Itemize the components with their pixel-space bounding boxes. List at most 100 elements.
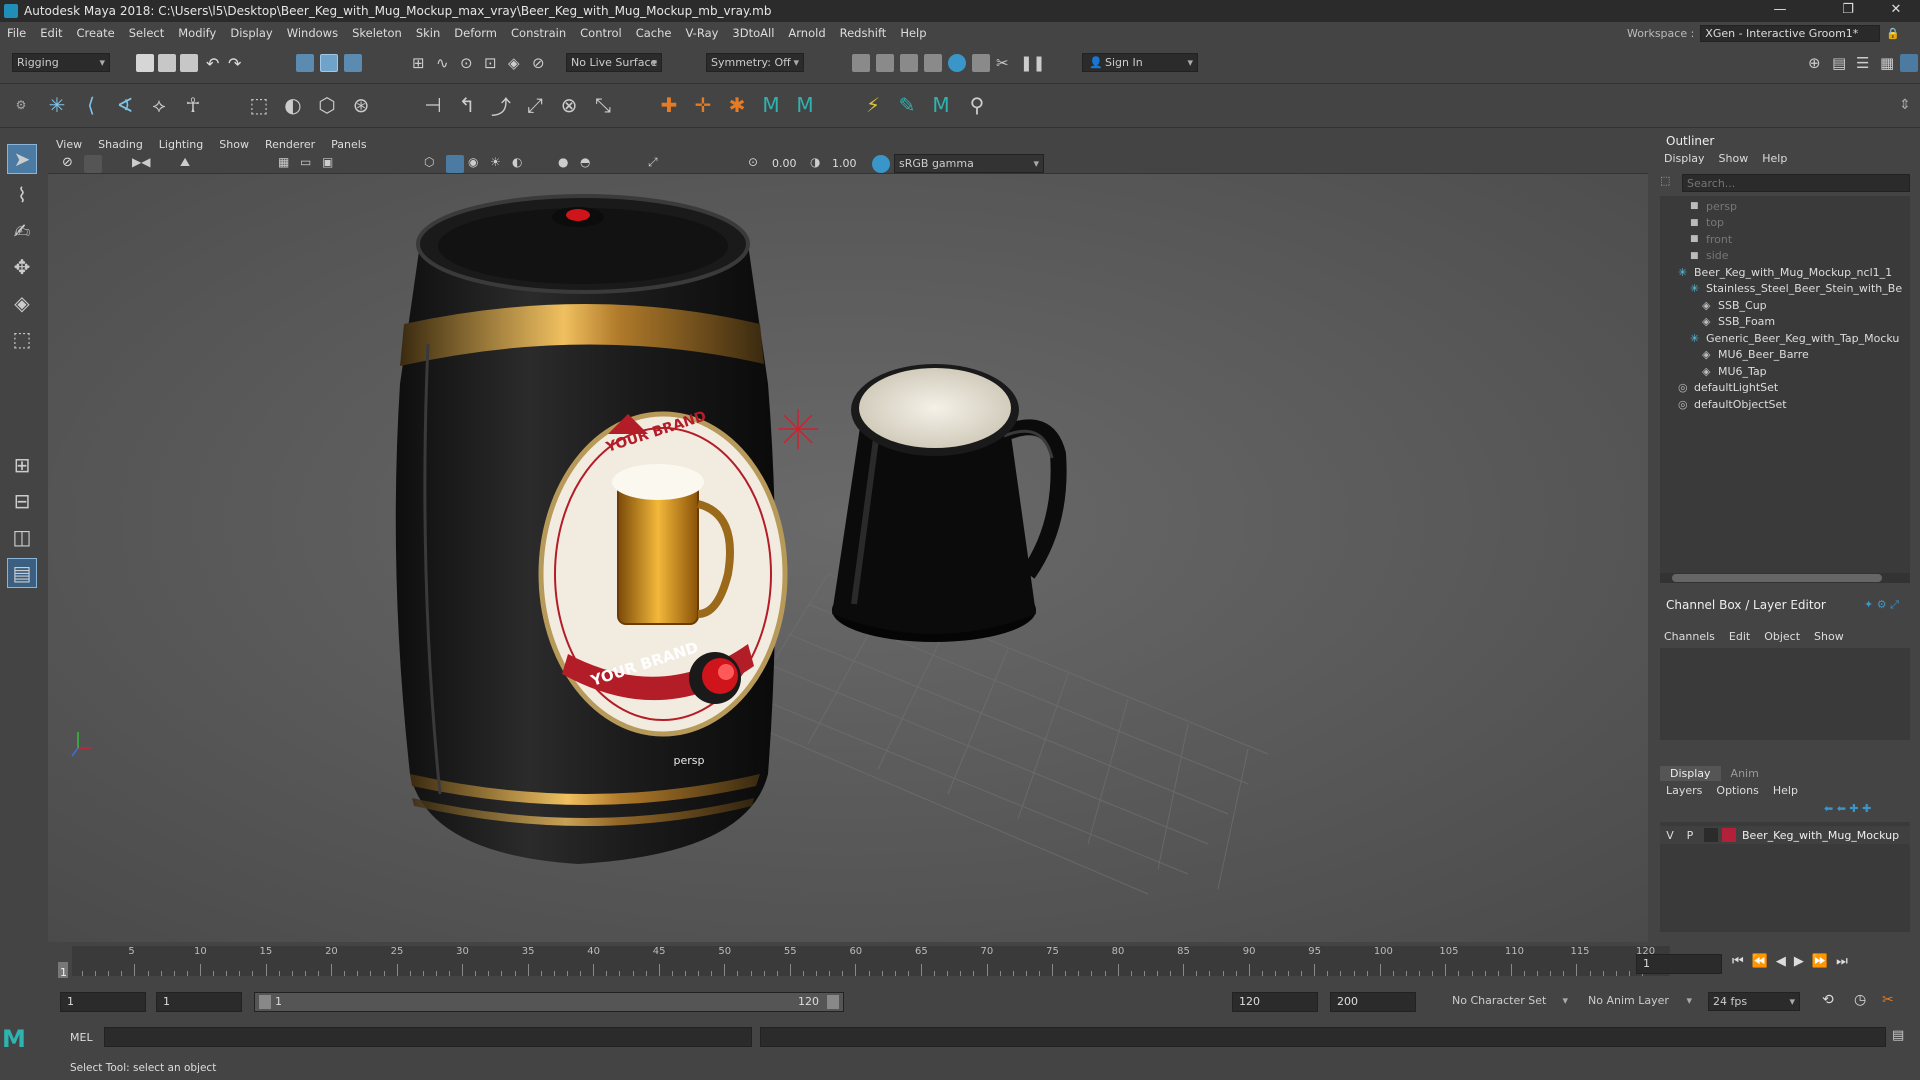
menu-arnold[interactable]: Arnold	[781, 26, 832, 40]
shadows-icon[interactable]: ◐	[512, 155, 530, 173]
grid-icon[interactable]: ▦	[278, 155, 296, 173]
shelf-options-icon[interactable]: ⚙	[8, 92, 34, 118]
workspace-dropdown[interactable]: XGen - Interactive Groom1*	[1700, 25, 1881, 42]
beer-keg-model[interactable]: YOUR BRAND YOUR BRAND	[395, 194, 788, 864]
textured-icon[interactable]: ◉	[468, 155, 486, 173]
select-tool-icon[interactable]: ➤	[7, 144, 37, 174]
outliner-item[interactable]: ◎ defaultObjectSet	[1678, 396, 1787, 412]
channel-icons[interactable]: ✦ ⚙ ⤢	[1864, 598, 1899, 612]
outliner-menu-show[interactable]: Show	[1719, 152, 1749, 165]
layer-type-toggle[interactable]	[1704, 828, 1718, 842]
mash-network-icon[interactable]: M	[792, 92, 818, 118]
bind-skin-icon[interactable]: ⬚	[246, 92, 272, 118]
auto-key-icon[interactable]: ◷	[1854, 992, 1866, 1008]
menu-redshift[interactable]: Redshift	[833, 26, 894, 40]
outliner-item[interactable]: ■ persp	[1690, 198, 1737, 214]
isolate-select-icon[interactable]: ◓	[580, 155, 598, 173]
filter-icon[interactable]: ⬚	[1660, 174, 1678, 192]
outliner-item[interactable]: ■ front	[1690, 231, 1732, 247]
lights-icon[interactable]: ☀	[490, 155, 508, 173]
snap-live-icon[interactable]: ⊘	[532, 54, 550, 72]
mash-icon[interactable]: M	[758, 92, 784, 118]
menu-create[interactable]: Create	[70, 26, 122, 40]
viewport-menu-shading[interactable]: Shading	[90, 138, 151, 151]
channel-box-icon[interactable]: ▦	[1880, 54, 1898, 72]
snap-point-icon[interactable]: ⊙	[460, 54, 478, 72]
symmetry-dropdown[interactable]: Symmetry: Off	[706, 53, 804, 72]
viewport-menu-show[interactable]: Show	[211, 138, 257, 151]
move-tool-icon[interactable]: ✥	[7, 252, 37, 282]
save-scene-icon[interactable]	[180, 54, 198, 72]
menu-control[interactable]: Control	[573, 26, 629, 40]
viewport-menu-view[interactable]: View	[48, 138, 90, 151]
outliner-item[interactable]: ◈ MU6_Tap	[1702, 363, 1767, 379]
gamma-value[interactable]: 1.00	[832, 157, 857, 170]
resolution-gate-icon[interactable]: ▣	[322, 155, 340, 173]
outliner-item[interactable]: ✳ Generic_Beer_Keg_with_Tap_Mocku	[1690, 330, 1899, 346]
menu-cache[interactable]: Cache	[629, 26, 679, 40]
outliner-item[interactable]: ◈ SSB_Cup	[1702, 297, 1767, 313]
create-joints-icon[interactable]: ✳	[44, 92, 70, 118]
sculpt-icon[interactable]: ✎	[894, 92, 920, 118]
render-view-icon[interactable]	[852, 54, 870, 72]
tab-anim[interactable]: Anim	[1721, 766, 1769, 781]
new-scene-icon[interactable]	[136, 54, 154, 72]
paint-select-icon[interactable]: ✍	[7, 216, 37, 246]
menu-constrain[interactable]: Constrain	[504, 26, 573, 40]
wireframe-icon[interactable]: ⬡	[424, 155, 442, 173]
gamma-icon[interactable]: ◑	[810, 155, 828, 173]
camera-select-icon[interactable]: ⊘	[62, 155, 80, 173]
playback-controls[interactable]: ⏮⏪◀▶⏩⏭	[1732, 954, 1856, 969]
menu-help[interactable]: Help	[893, 26, 933, 40]
point-constraint-icon[interactable]: ↰	[454, 92, 480, 118]
maximize-button[interactable]: ❐	[1828, 0, 1868, 22]
insert-joint-icon[interactable]: ⟡	[146, 92, 172, 118]
menu-modify[interactable]: Modify	[171, 26, 223, 40]
vray-render-icon[interactable]	[972, 54, 990, 72]
channel-menu-edit[interactable]: Edit	[1729, 630, 1750, 643]
outliner-item[interactable]: ✳ Beer_Keg_with_Mug_Mockup_ncl1_1	[1678, 264, 1892, 280]
menu-v-ray[interactable]: V-Ray	[678, 26, 725, 40]
xray-icon[interactable]: ●	[558, 155, 576, 173]
render-frame-icon[interactable]	[876, 54, 894, 72]
select-component-icon[interactable]	[344, 54, 362, 72]
menu-file[interactable]: File	[0, 26, 33, 40]
locator-icon[interactable]: ✚	[656, 92, 682, 118]
layer-menu-help[interactable]: Help	[1773, 784, 1798, 797]
menu-display[interactable]: Display	[223, 26, 279, 40]
snap-view-icon[interactable]: ⊡	[484, 54, 502, 72]
open-scene-icon[interactable]	[158, 54, 176, 72]
hud-icon[interactable]: ⤢	[648, 155, 666, 173]
viewport-menu-renderer[interactable]: Renderer	[257, 138, 323, 151]
outliner-search-input[interactable]	[1682, 174, 1910, 192]
range-slider[interactable]: 1 120	[254, 992, 844, 1012]
outliner-toggle-icon[interactable]	[1900, 54, 1918, 72]
smooth-shade-icon[interactable]	[446, 155, 464, 173]
layer-visibility-toggle[interactable]: V	[1660, 829, 1680, 842]
exposure-value[interactable]: 0.00	[772, 157, 797, 170]
film-gate-icon[interactable]: ▭	[300, 155, 318, 173]
snap-surface-icon[interactable]: ◈	[508, 54, 526, 72]
outliner-item[interactable]: ◎ defaultLightSet	[1678, 380, 1778, 396]
color-space-dropdown[interactable]: sRGB gamma	[894, 154, 1044, 173]
menu-skeleton[interactable]: Skeleton	[345, 26, 409, 40]
cluster-icon[interactable]: ⊛	[348, 92, 374, 118]
viewport-scene[interactable]: YOUR BRAND YOUR BRAND persp	[48, 174, 1648, 942]
layer-tool-icons[interactable]: ⬅ ⬅ ✚ ✚	[1824, 802, 1871, 815]
render-settings-icon[interactable]	[924, 54, 942, 72]
layout-two-icon[interactable]: ◫	[7, 522, 37, 552]
curve-tool-icon[interactable]: ✛	[690, 92, 716, 118]
lock-icon[interactable]: 🔒	[1886, 27, 1900, 40]
tool-settings-icon[interactable]: ☰	[1856, 54, 1874, 72]
pin-tool-icon[interactable]: ⚲	[964, 92, 990, 118]
orient-constraint-icon[interactable]: ⤴	[488, 92, 514, 119]
channel-menu-channels[interactable]: Channels	[1664, 630, 1715, 643]
mash-world-icon[interactable]: M	[928, 92, 954, 118]
lattice-icon[interactable]: ⬡	[314, 92, 340, 118]
modeling-toolkit-icon[interactable]: ⊕	[1808, 54, 1826, 72]
menu-skin[interactable]: Skin	[409, 26, 447, 40]
close-button[interactable]: ✕	[1876, 0, 1916, 22]
attribute-editor-icon[interactable]: ▤	[1832, 54, 1850, 72]
layer-row[interactable]: V P Beer_Keg_with_Mug_Mockup	[1660, 826, 1910, 844]
menu-edit[interactable]: Edit	[33, 26, 69, 40]
